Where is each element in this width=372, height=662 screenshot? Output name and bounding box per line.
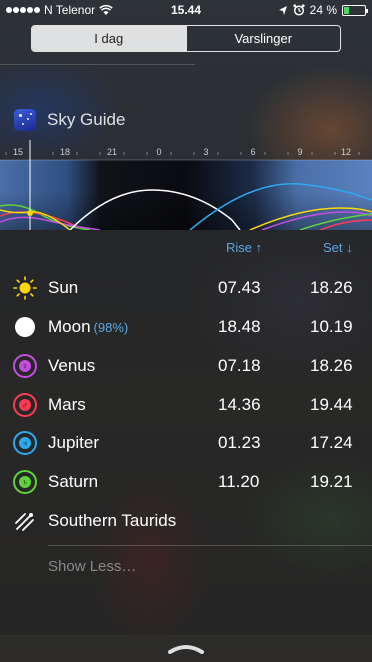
body-name: Venus <box>48 356 96 375</box>
rise-header-label: Rise <box>226 240 253 255</box>
mars-icon: ♂ <box>13 393 37 417</box>
tick-label: 9 <box>297 147 302 157</box>
body-name: Moon (98%) <box>48 317 129 336</box>
table-row-mars[interactable]: ♂ Mars 14.36 19.44 <box>0 386 372 425</box>
timeline-ticks <box>5 152 360 155</box>
set-time: 18.26 <box>310 356 353 375</box>
set-time: 17.24 <box>310 433 353 452</box>
tick-label: 18 <box>60 147 70 157</box>
notification-center-tabs: I dag Varslinger <box>31 25 341 52</box>
tab-notifications[interactable]: Varslinger <box>185 26 341 51</box>
battery-percent: 24 % <box>309 3 337 17</box>
widget-header[interactable]: Sky Guide <box>14 108 125 132</box>
venus-icon: ♀ <box>13 354 37 378</box>
saturn-icon: ♄ <box>13 470 37 494</box>
timeline-graph: 15 18 21 0 3 6 9 12 <box>0 140 372 230</box>
set-time: 19.44 <box>310 395 353 414</box>
battery-icon <box>342 4 368 16</box>
widget-title: Sky Guide <box>47 110 126 129</box>
tick-label: 15 <box>13 147 23 157</box>
table-row-saturn[interactable]: ♄ Saturn 11.20 19.21 <box>0 463 372 502</box>
body-name: Mars <box>48 395 86 414</box>
rise-time: 11.20 <box>218 472 260 491</box>
rise-time: 07.43 <box>218 278 261 297</box>
moon-illumination: (98%) <box>93 320 129 335</box>
grabber-handle-icon[interactable] <box>166 642 206 654</box>
tick-label: 12 <box>341 147 351 157</box>
jupiter-icon: ♃ <box>13 431 37 455</box>
sun-icon <box>13 276 37 300</box>
location-arrow-icon <box>278 5 287 15</box>
arrow-up-icon: ↑ <box>255 240 263 255</box>
table-row-venus[interactable]: ♀ Venus 07.18 18.26 <box>0 347 372 386</box>
tick-label: 0 <box>156 147 161 157</box>
arrow-down-icon: ↓ <box>346 240 353 255</box>
tick-label: 6 <box>250 147 255 157</box>
column-headers: Rise ↑ Set ↓ <box>0 240 372 258</box>
set-time: 19.21 <box>310 472 353 491</box>
divider <box>0 64 195 65</box>
sky-guide-app-icon <box>14 109 36 131</box>
body-name: Sun <box>48 278 79 297</box>
rise-time: 07.18 <box>218 356 261 375</box>
set-header-label: Set <box>323 240 343 255</box>
tab-today[interactable]: I dag <box>32 26 186 51</box>
table-row-sun[interactable]: Sun 07.43 18.26 <box>0 269 372 308</box>
body-name: Jupiter <box>48 433 100 452</box>
table-row-moon[interactable]: Moon (98%) 18.48 10.19 <box>0 308 372 347</box>
divider <box>48 545 372 546</box>
rise-time: 01.23 <box>218 433 261 452</box>
set-time: 10.19 <box>310 317 353 336</box>
show-less-button[interactable]: Show Less… <box>48 558 136 575</box>
body-name: Southern Taurids <box>48 511 177 530</box>
table-row-southern-taurids[interactable]: Southern Taurids <box>0 502 372 541</box>
body-name: Saturn <box>48 472 99 491</box>
rise-time: 18.48 <box>218 317 261 336</box>
set-column-header[interactable]: Set ↓ <box>323 240 353 255</box>
sun-position-marker <box>27 210 33 216</box>
table-row-jupiter[interactable]: ♃ Jupiter 01.23 17.24 <box>0 424 372 463</box>
set-time: 18.26 <box>310 278 353 297</box>
rise-column-header[interactable]: Rise ↑ <box>226 240 262 255</box>
rise-time: 14.36 <box>218 395 261 414</box>
meteor-shower-icon <box>15 513 34 531</box>
tick-label: 21 <box>107 147 117 157</box>
sky-timeline: 15 18 21 0 3 6 9 12 <box>0 140 372 230</box>
moon-icon <box>15 317 35 337</box>
alarm-icon <box>293 4 305 16</box>
tick-label: 3 <box>203 147 208 157</box>
status-bar: N Telenor 15.44 24 % <box>0 0 372 20</box>
status-right: 24 % <box>278 3 368 17</box>
